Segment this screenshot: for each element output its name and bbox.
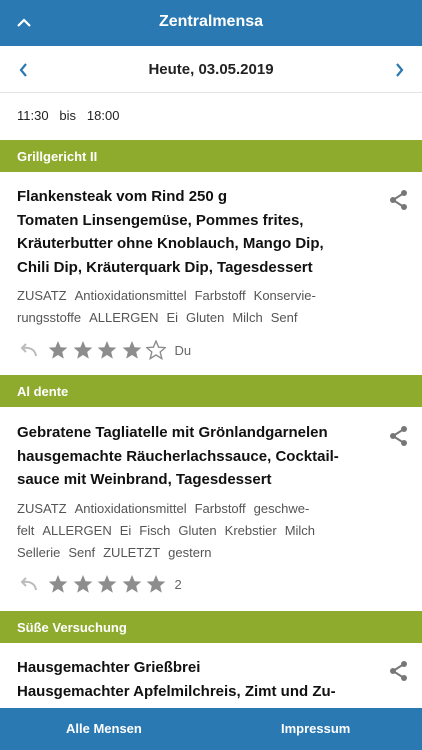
share-icon[interactable] — [389, 660, 409, 682]
meal-title-line: Kräuterbutter ohne Knoblauch, Mango Dip, — [17, 235, 324, 252]
meal-title-line: Hausgemachter Grießbrei — [17, 659, 201, 676]
star-filled-icon[interactable] — [97, 574, 117, 594]
hours-to: 18:00 — [86, 108, 120, 123]
rating-text: 2 — [174, 576, 182, 592]
meal-title-line: Hausgemachter Apfelmilchreis, Zimt und Z… — [17, 682, 336, 700]
info-tag: Sellerie — [17, 545, 61, 560]
info-tag: gestern — [168, 545, 212, 560]
undo-icon[interactable] — [17, 341, 39, 359]
page-title: Zentralmensa — [158, 13, 264, 30]
star-filled-icon[interactable] — [73, 340, 93, 360]
rating-stars — [48, 340, 171, 360]
info-tag: Senf — [68, 545, 96, 560]
date-bar: Heute, 03.05.2019 — [0, 46, 422, 93]
info-tag: Ei — [119, 523, 132, 538]
info-tag: ZULETZT — [103, 545, 161, 560]
meal-info-line: ZUSATZ Antioxidationsmittel Farbstoff Konse… — [17, 285, 367, 307]
section-header: Grillgericht II — [0, 140, 422, 172]
info-tag: ALLERGEN — [89, 310, 159, 325]
star-filled-icon[interactable] — [48, 340, 68, 360]
rating: 2 — [17, 573, 182, 595]
info-tag: Konservie- — [253, 288, 316, 303]
undo-icon[interactable] — [17, 575, 39, 593]
info-tag: ALLERGEN — [42, 523, 112, 538]
chevron-right-icon[interactable] — [389, 59, 409, 81]
section-header: Süße Versuchung — [0, 611, 422, 643]
meal-title-line: hausgemachte Räucherlachssauce, Cocktail… — [17, 447, 339, 465]
tab-impressum[interactable]: Impressum — [281, 721, 350, 736]
rating-text: Du — [174, 342, 192, 358]
star-empty-icon[interactable] — [146, 340, 166, 360]
star-filled-icon[interactable] — [122, 574, 142, 594]
info-tag: felt — [17, 523, 35, 538]
info-tag: Gluten — [186, 310, 225, 325]
meal-info: ZUSATZ Antioxidationsmittel Farbstoff gesch… — [17, 498, 367, 564]
info-tag: Ei — [166, 310, 179, 325]
hours-separator: bis — [59, 108, 77, 123]
share-icon[interactable] — [389, 425, 409, 447]
opening-hours: 11:30 bis 18:00 — [17, 108, 119, 123]
info-tag: Fisch — [139, 523, 171, 538]
bottom-bar: Alle Mensen Impressum — [0, 708, 422, 750]
info-tag: rungsstoffe — [17, 310, 82, 325]
meal-title: Flankensteak vom Rind 250 g Tomaten Lins… — [17, 185, 377, 279]
meal-info-line: felt ALLERGEN Ei Fisch Gluten Krebstier Milch — [17, 520, 367, 542]
star-filled-icon[interactable] — [122, 340, 142, 360]
meal-title-line: Tomaten Linsengemüse, Pommes frites, — [17, 211, 304, 229]
info-tag: Gluten — [178, 523, 217, 538]
info-tag: Farbstoff — [194, 501, 246, 516]
meal-info: ZUSATZ Antioxidationsmittel Farbstoff Konse… — [17, 285, 367, 329]
meal-title-line: Flankensteak vom Rind 250 g — [17, 188, 228, 205]
info-tag: Antioxidationsmittel — [74, 501, 187, 516]
meal-title-line: Gebratene Tagliatelle mit Grönlandgarnel… — [17, 424, 328, 441]
meal-info-line: ZUSATZ Antioxidationsmittel Farbstoff gesch… — [17, 498, 367, 520]
top-bar: Zentralmensa — [0, 0, 422, 46]
info-tag: Senf — [270, 310, 298, 325]
tab-alle-mensen[interactable]: Alle Mensen — [66, 721, 142, 736]
info-tag: Milch — [284, 523, 316, 538]
info-tag: ZUSATZ — [17, 288, 67, 303]
info-tag: ZUSATZ — [17, 501, 67, 516]
current-date: Heute, 03.05.2019 — [148, 61, 274, 78]
hours-from: 11:30 — [17, 108, 49, 123]
info-tag: Krebstier — [224, 523, 277, 538]
section-header: Al dente — [0, 375, 422, 407]
meal-title-line: Chili Dip, Kräuterquark Dip, Tagesdesser… — [17, 258, 313, 276]
info-tag: geschwe- — [253, 501, 310, 516]
star-filled-icon[interactable] — [48, 574, 68, 594]
star-filled-icon[interactable] — [146, 574, 166, 594]
info-tag: Farbstoff — [194, 288, 246, 303]
star-filled-icon[interactable] — [97, 340, 117, 360]
meal-info-line: rungsstoffe ALLERGEN Ei Gluten Milch Senf — [17, 307, 367, 329]
rating: Du — [17, 339, 191, 361]
share-icon[interactable] — [389, 189, 409, 211]
meal-title: Gebratene Tagliatelle mit Grönlandgarnel… — [17, 421, 377, 492]
info-tag: Milch — [232, 310, 263, 325]
meal-info-line: Sellerie Senf ZULETZT gestern — [17, 542, 367, 564]
rating-stars — [48, 574, 171, 594]
meal-title-line: sauce mit Weinbrand, Tagesdessert — [17, 471, 272, 488]
star-filled-icon[interactable] — [73, 574, 93, 594]
info-tag: Antioxidationsmittel — [74, 288, 187, 303]
